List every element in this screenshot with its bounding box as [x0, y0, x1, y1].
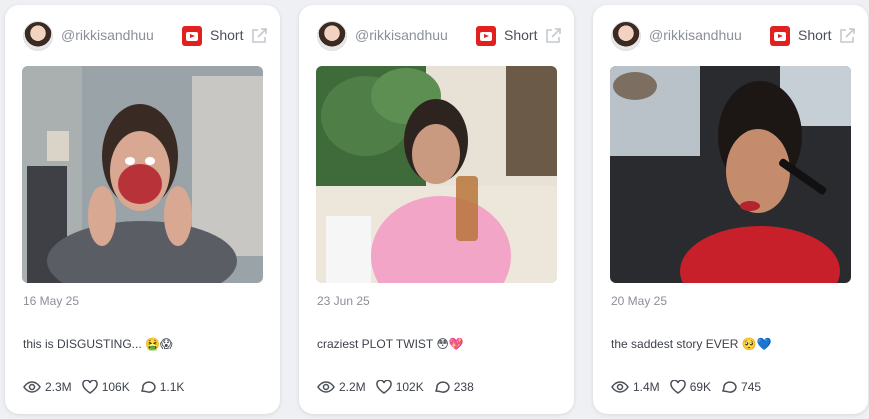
- heart-icon: [375, 380, 392, 394]
- creator-handle[interactable]: @rikkisandhuu: [355, 27, 448, 43]
- comments-count: 745: [741, 380, 762, 394]
- youtube-icon: [182, 26, 202, 46]
- comment-icon: [140, 381, 156, 393]
- post-caption: the saddest story EVER 🥺💙: [611, 337, 772, 351]
- avatar[interactable]: [611, 21, 641, 51]
- creator-handle[interactable]: @rikkisandhuu: [61, 27, 154, 43]
- card-header: @rikkisandhuu Short: [299, 5, 574, 65]
- video-thumbnail[interactable]: [316, 66, 557, 283]
- views-count: 2.2M: [339, 380, 366, 394]
- likes-count: 69K: [689, 380, 712, 394]
- comments-count: 238: [453, 380, 474, 394]
- post-card-3[interactable]: @rikkisandhuu Short 20 May 25 the saddes…: [593, 5, 868, 414]
- likes-count: 106K: [101, 380, 130, 394]
- views-count: 1.4M: [633, 380, 660, 394]
- card-header: @rikkisandhuu Short: [5, 5, 280, 65]
- views-stat: 2.2M: [317, 380, 366, 394]
- post-card-2[interactable]: @rikkisandhuu Short 23 Jun 25 craziest P…: [299, 5, 574, 414]
- views-stat: 2.3M: [23, 380, 72, 394]
- avatar[interactable]: [317, 21, 347, 51]
- post-type-label: Short: [210, 27, 244, 43]
- creator-handle[interactable]: @rikkisandhuu: [649, 27, 742, 43]
- post-stats: 2.2M 102K 238: [317, 380, 484, 394]
- heart-icon: [669, 380, 686, 394]
- card-header: @rikkisandhuu Short: [593, 5, 868, 65]
- video-thumbnail[interactable]: [610, 66, 851, 283]
- post-card-1[interactable]: @rikkisandhuu Short 16 May 25 this is DI…: [5, 5, 280, 414]
- video-thumbnail[interactable]: [22, 66, 263, 283]
- comments-stat: 745: [721, 380, 761, 394]
- avatar[interactable]: [23, 21, 53, 51]
- views-count: 2.3M: [45, 380, 72, 394]
- post-stats: 2.3M 106K 1.1K: [23, 380, 194, 394]
- eye-icon: [317, 381, 335, 393]
- external-link-icon[interactable]: [250, 27, 268, 45]
- comments-stat: 238: [434, 380, 474, 394]
- eye-icon: [23, 381, 41, 393]
- heart-icon: [81, 380, 98, 394]
- comment-icon: [434, 381, 450, 393]
- likes-stat: 69K: [669, 380, 712, 394]
- external-link-icon[interactable]: [544, 27, 562, 45]
- views-stat: 1.4M: [611, 380, 660, 394]
- youtube-icon: [476, 26, 496, 46]
- comments-count: 1.1K: [159, 380, 185, 394]
- likes-count: 102K: [395, 380, 424, 394]
- post-stats: 1.4M 69K 745: [611, 380, 771, 394]
- external-link-icon[interactable]: [838, 27, 856, 45]
- eye-icon: [611, 381, 629, 393]
- likes-stat: 102K: [375, 380, 424, 394]
- post-type-label: Short: [798, 27, 832, 43]
- youtube-icon: [770, 26, 790, 46]
- post-type-label: Short: [504, 27, 538, 43]
- comments-stat: 1.1K: [140, 380, 185, 394]
- post-date: 23 Jun 25: [317, 294, 370, 308]
- post-date: 20 May 25: [611, 294, 668, 308]
- comment-icon: [722, 381, 737, 393]
- post-date: 16 May 25: [23, 294, 80, 308]
- likes-stat: 106K: [81, 380, 130, 394]
- post-caption: this is DISGUSTING... 🤮😱: [23, 337, 173, 351]
- post-caption: craziest PLOT TWIST 😳💖: [317, 337, 464, 351]
